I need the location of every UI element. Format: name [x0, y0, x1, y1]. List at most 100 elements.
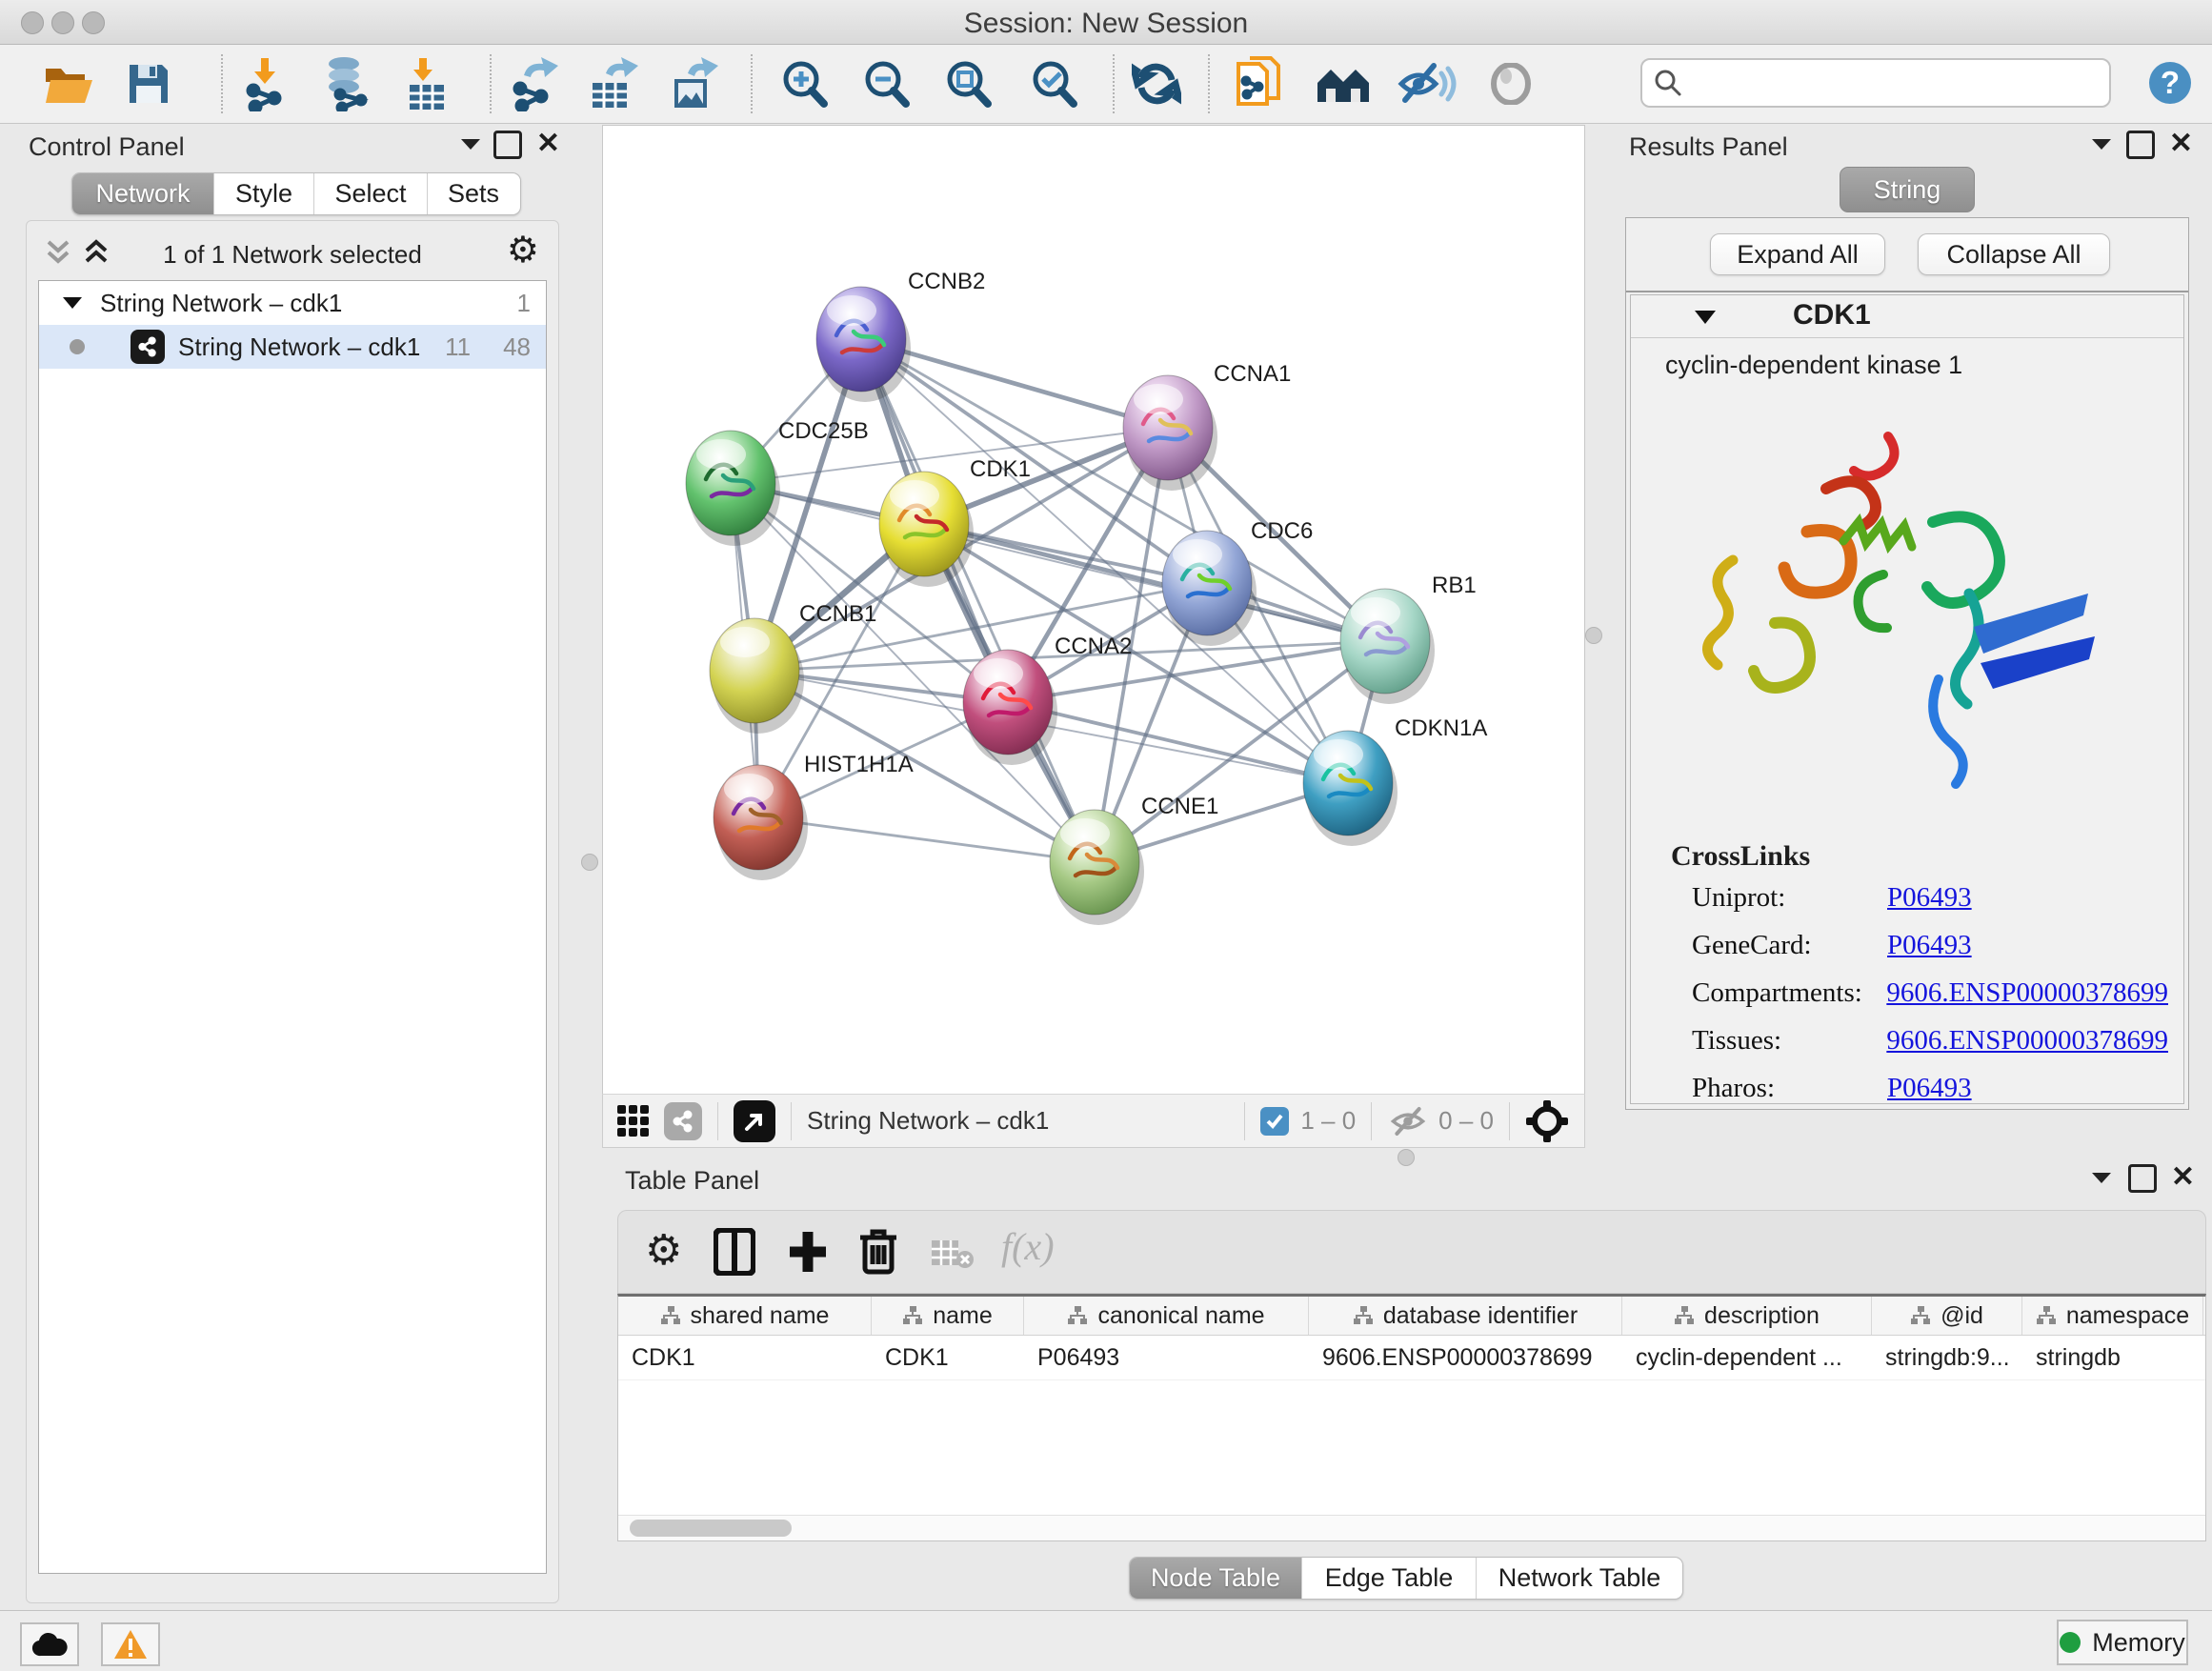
network-svg: CCNB2CCNA1CDC25BCDK1CDC6RB1CCNB1CCNA2CDK…	[603, 126, 1584, 1095]
right-splitter-handle[interactable]	[1585, 627, 1602, 644]
import-table-button[interactable]	[396, 54, 457, 113]
control-panel-float-button[interactable]	[493, 131, 522, 159]
network-edge[interactable]	[1008, 702, 1348, 783]
help-button[interactable]: ?	[2149, 62, 2191, 104]
export-network-button[interactable]	[503, 54, 564, 113]
crosslink-link[interactable]: P06493	[1887, 1073, 1972, 1104]
search-input[interactable]	[1682, 68, 2086, 99]
tab-select[interactable]: Select	[313, 173, 427, 214]
show-columns-button[interactable]	[714, 1228, 755, 1276]
protein-header[interactable]: CDK1	[1631, 295, 2183, 338]
network-edge[interactable]	[758, 817, 1095, 862]
tab-string[interactable]: String	[1840, 167, 1975, 212]
birdseye-toggle-button[interactable]	[1525, 1099, 1569, 1143]
expand-all-button[interactable]: Expand All	[1710, 233, 1885, 275]
results-panel-close-button[interactable]: ✕	[2169, 127, 2193, 160]
table-row[interactable]: CDK1CDK1P064939606.ENSP00000378699cyclin…	[618, 1336, 2205, 1380]
collection-expand-arrow[interactable]	[62, 295, 83, 311]
zoom-out-button[interactable]	[855, 54, 916, 113]
network-node-ccna1[interactable]	[1123, 375, 1217, 491]
table-horizontal-scrollbar[interactable]	[618, 1515, 2205, 1540]
table-cell[interactable]: stringdb:9...	[1872, 1336, 2022, 1379]
zoom-in-button[interactable]	[774, 54, 835, 113]
table-cell[interactable]: cyclin-dependent ...	[1622, 1336, 1872, 1379]
detach-view-button[interactable]	[734, 1100, 775, 1142]
clear-table-button[interactable]	[931, 1238, 975, 1270]
network-canvas[interactable]: CCNB2CCNA1CDC25BCDK1CDC6RB1CCNB1CCNA2CDK…	[602, 125, 1585, 1096]
network-node-cdk1[interactable]	[879, 472, 974, 587]
column-header-namespace[interactable]: namespace	[2022, 1297, 2203, 1335]
open-session-button[interactable]	[38, 54, 99, 113]
network-node-cdc6[interactable]	[1162, 531, 1257, 646]
table-cell[interactable]: P06493	[1024, 1336, 1309, 1379]
network-tab-body: 1 of 1 Network selected ⚙ String Network…	[26, 220, 559, 1603]
network-node-cdkn1a[interactable]	[1303, 731, 1398, 846]
tab-network[interactable]: Network	[72, 173, 213, 214]
network-view-mode-button[interactable]	[664, 1102, 702, 1140]
network-node-cdc25b[interactable]	[686, 431, 780, 546]
column-header-canonical-name[interactable]: canonical name	[1024, 1297, 1309, 1335]
left-splitter-handle[interactable]	[581, 854, 598, 871]
crosslink-link[interactable]: P06493	[1887, 930, 1972, 961]
memory-button[interactable]: Memory	[2057, 1620, 2188, 1665]
tab-network-table[interactable]: Network Table	[1476, 1558, 1682, 1599]
import-network-database-button[interactable]	[316, 54, 377, 113]
network-node-hist1h1a[interactable]	[714, 765, 808, 880]
scrollbar-thumb[interactable]	[630, 1520, 792, 1537]
control-panel-close-button[interactable]: ✕	[536, 127, 560, 160]
grid-view-button[interactable]	[616, 1104, 651, 1138]
network-options-gear-button[interactable]: ⚙	[507, 229, 539, 272]
tab-sets[interactable]: Sets	[427, 173, 519, 214]
network-row[interactable]: String Network – cdk1 11 48	[39, 325, 546, 369]
network-node-ccna2[interactable]	[963, 650, 1057, 765]
zoom-selected-button[interactable]	[1023, 54, 1084, 113]
network-node-ccnb2[interactable]	[816, 287, 911, 402]
network-node-ccne1[interactable]	[1050, 810, 1144, 925]
tab-node-table[interactable]: Node Table	[1130, 1558, 1301, 1599]
column-header-database-identifier[interactable]: database identifier	[1309, 1297, 1622, 1335]
import-network-file-button[interactable]	[236, 54, 297, 113]
collapse-all-button[interactable]: Collapse All	[1918, 233, 2110, 275]
table-panel-float-button[interactable]	[2128, 1164, 2157, 1193]
zoom-fit-button[interactable]	[937, 54, 998, 113]
delete-column-button[interactable]	[858, 1226, 898, 1276]
network-node-ccnb1[interactable]	[710, 618, 804, 734]
table-panel-close-button[interactable]: ✕	[2171, 1160, 2195, 1194]
results-panel-menu-button[interactable]	[2090, 134, 2113, 153]
table-cell[interactable]: 9606.ENSP00000378699	[1309, 1336, 1622, 1379]
cloud-status-button[interactable]	[20, 1622, 79, 1666]
results-panel-float-button[interactable]	[2126, 131, 2155, 159]
tab-style[interactable]: Style	[213, 173, 313, 214]
network-node-rb1[interactable]	[1340, 589, 1435, 704]
column-header--id[interactable]: @id	[1872, 1297, 2022, 1335]
column-header-shared-name[interactable]: shared name	[618, 1297, 872, 1335]
column-header-description[interactable]: description	[1622, 1297, 1872, 1335]
add-column-button[interactable]	[786, 1228, 830, 1276]
crosshair-icon	[1525, 1099, 1569, 1143]
refresh-view-button[interactable]	[1126, 54, 1187, 113]
table-cell[interactable]: CDK1	[618, 1336, 872, 1379]
export-image-button[interactable]	[663, 54, 724, 113]
duplicate-network-button[interactable]	[1229, 54, 1290, 113]
crosslink-link[interactable]: 9606.ENSP00000378699	[1886, 977, 2168, 1009]
control-panel-menu-button[interactable]	[459, 134, 482, 153]
table-gear-button[interactable]: ⚙	[645, 1226, 682, 1275]
crosslink-link[interactable]: P06493	[1887, 882, 1972, 914]
network-collection-row[interactable]: String Network – cdk1 1	[39, 281, 546, 325]
first-neighbors-button[interactable]	[1313, 54, 1374, 113]
tab-edge-table[interactable]: Edge Table	[1301, 1558, 1476, 1599]
save-session-button[interactable]	[118, 54, 179, 113]
table-cell[interactable]: CDK1	[872, 1336, 1024, 1379]
table-panel-menu-button[interactable]	[2090, 1168, 2113, 1187]
selected-checkbox[interactable]	[1260, 1107, 1289, 1136]
network-edge[interactable]	[861, 339, 1095, 862]
function-builder-button[interactable]: f(x)	[1001, 1224, 1055, 1269]
table-cell[interactable]: stringdb	[2022, 1336, 2203, 1379]
export-table-button[interactable]	[583, 54, 644, 113]
hide-selected-button[interactable]	[1397, 54, 1458, 113]
column-header-name[interactable]: name	[872, 1297, 1024, 1335]
crosslink-link[interactable]: 9606.ENSP00000378699	[1886, 1025, 2168, 1057]
warnings-button[interactable]	[101, 1622, 160, 1666]
protein-collapse-arrow[interactable]	[1694, 309, 1717, 325]
show-all-button[interactable]	[1480, 54, 1541, 113]
